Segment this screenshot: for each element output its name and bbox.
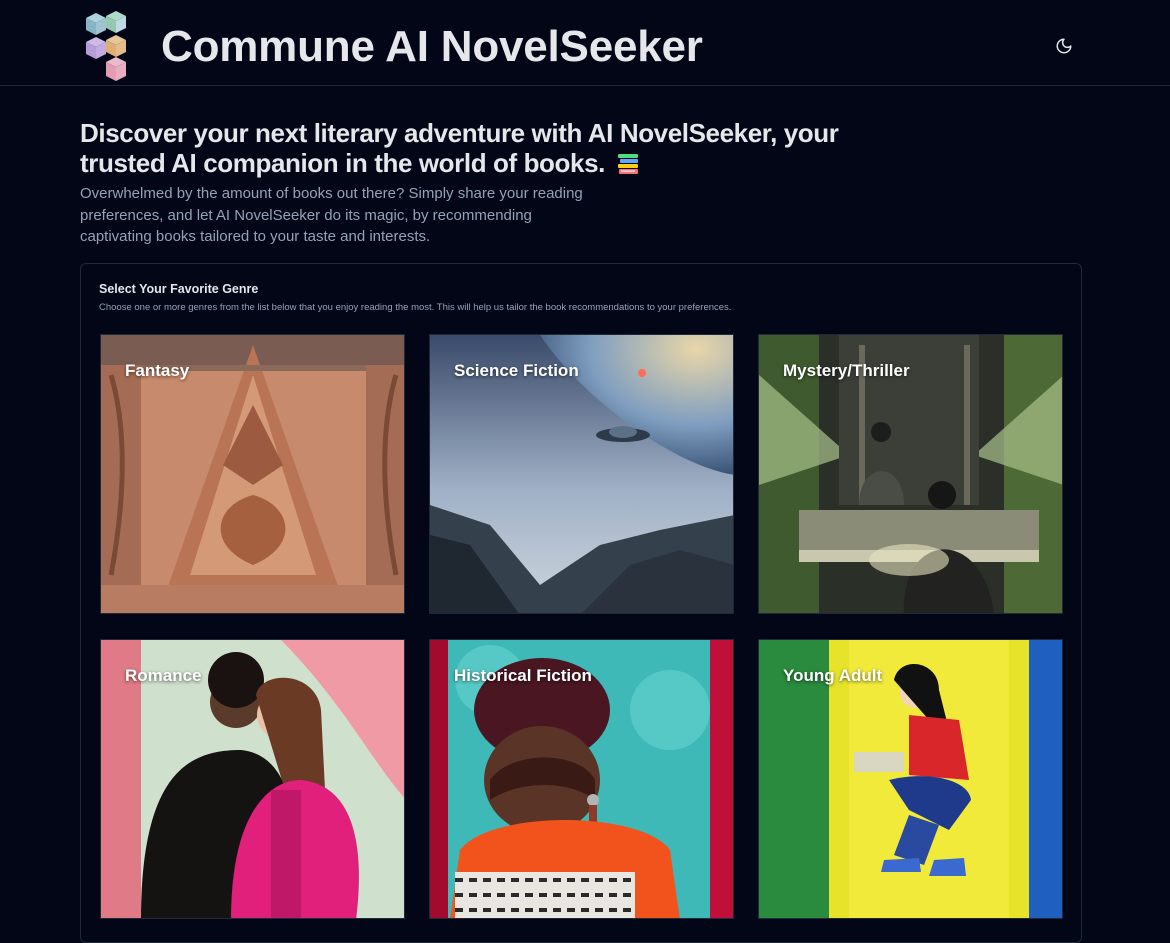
genre-heading: Select Your Favorite Genre (99, 282, 259, 296)
genre-tile-young-adult[interactable]: Young Adult (758, 639, 1063, 919)
genre-label: Science Fiction (454, 361, 579, 380)
genre-tile-romance[interactable]: Romance (100, 639, 405, 919)
genre-tile-mystery-thriller[interactable]: Mystery/Thriller (758, 334, 1063, 614)
genre-tile-historical-fiction[interactable]: Historical Fiction (429, 639, 734, 919)
genre-label: Mystery/Thriller (783, 361, 910, 380)
genre-tile-fantasy[interactable]: Fantasy (100, 334, 405, 614)
cubes-logo-icon[interactable] (82, 9, 132, 85)
hero-description: Overwhelmed by the amount of books out t… (80, 185, 583, 245)
hero-title-text: Discover your next literary adventure wi… (80, 118, 839, 178)
genre-label: Romance (125, 666, 202, 685)
books-icon (617, 154, 638, 174)
genre-subheading: Choose one or more genres from the list … (99, 302, 732, 313)
genre-label: Fantasy (125, 361, 190, 380)
genre-label: Young Adult (783, 666, 883, 685)
genre-tile-science-fiction[interactable]: Science Fiction (429, 334, 734, 614)
theme-toggle-button[interactable] (1050, 32, 1078, 60)
genre-label: Historical Fiction (454, 666, 592, 685)
hero-title: Discover your next literary adventure wi… (80, 118, 840, 178)
app-title: Commune AI NovelSeeker (161, 22, 703, 71)
moon-icon (1056, 38, 1072, 54)
app-header: Commune AI NovelSeeker (0, 0, 1170, 86)
genre-selection-card: Select Your Favorite Genre Choose one or… (80, 263, 1082, 943)
